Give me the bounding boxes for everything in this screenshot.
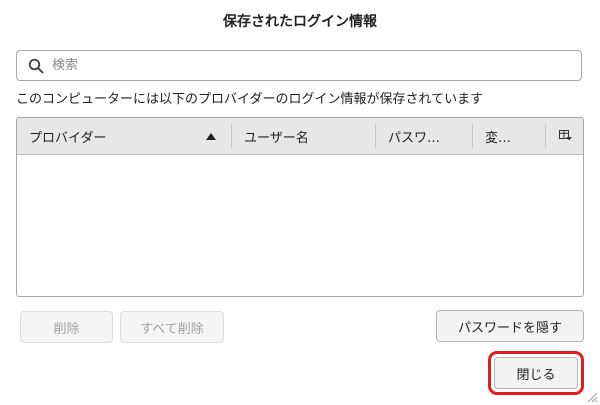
remove-all-button[interactable]: すべて削除 <box>120 311 224 343</box>
table-header: プロバイダー ユーザー名 パスワ… 変… <box>17 118 583 155</box>
column-header-password[interactable]: パスワ… <box>376 124 473 148</box>
column-label-password: パスワ… <box>388 130 441 146</box>
column-picker-icon <box>559 130 572 141</box>
close-button[interactable]: 閉じる <box>494 357 578 389</box>
search-input[interactable] <box>52 58 532 73</box>
search-icon <box>28 58 44 73</box>
column-picker-button[interactable] <box>546 124 583 148</box>
column-label-username: ユーザー名 <box>244 130 309 146</box>
logins-table: プロバイダー ユーザー名 パスワ… 変… <box>16 117 584 297</box>
column-header-changed[interactable]: 変… <box>473 124 546 148</box>
description-text: このコンピューターには以下のプロバイダーのログイン情報が保存されています <box>16 92 484 107</box>
dialog-title: 保存されたログイン情報 <box>223 14 377 30</box>
column-label-provider: プロバイダー <box>29 130 107 146</box>
column-header-provider[interactable]: プロバイダー <box>17 124 232 148</box>
remove-button[interactable]: 削除 <box>20 311 113 343</box>
column-label-changed: 変… <box>485 130 512 146</box>
table-body[interactable] <box>17 155 583 296</box>
search-box[interactable] <box>16 50 582 81</box>
resize-grip-icon[interactable] <box>586 391 598 403</box>
toggle-passwords-button[interactable]: パスワードを隠す <box>436 310 584 342</box>
column-header-username[interactable]: ユーザー名 <box>232 124 376 148</box>
sort-ascending-icon <box>206 132 216 140</box>
